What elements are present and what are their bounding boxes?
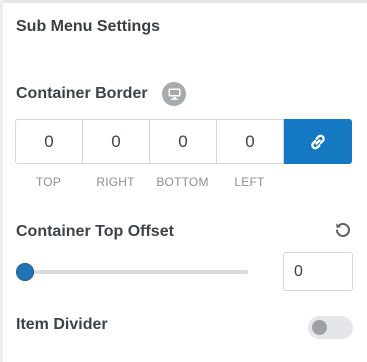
top-offset-slider-track[interactable] <box>23 270 248 274</box>
top-offset-slider-thumb[interactable] <box>16 263 34 281</box>
link-icon <box>311 134 325 149</box>
desktop-icon[interactable] <box>162 82 186 106</box>
submenu-settings-panel: Sub Menu Settings Container Border 0 0 0… <box>0 0 367 362</box>
panel-top-divider <box>0 0 367 3</box>
panel-left-divider <box>0 0 3 362</box>
item-divider-toggle[interactable] <box>308 316 353 339</box>
item-divider-label: Item Divider <box>16 316 108 333</box>
reset-icon-glyph <box>336 222 350 237</box>
border-top-input[interactable]: 0 <box>15 119 82 164</box>
container-top-offset-label: Container Top Offset <box>16 223 174 240</box>
border-top-label: TOP <box>35 175 62 189</box>
section-title: Sub Menu Settings <box>16 18 160 35</box>
container-border-label: Container Border <box>16 85 148 102</box>
border-left-input[interactable]: 0 <box>216 119 284 164</box>
border-right-input[interactable]: 0 <box>82 119 149 164</box>
border-side-labels: TOP RIGHT BOTTOM LEFT <box>15 175 283 189</box>
border-left-label: LEFT <box>234 175 265 189</box>
toggle-knob <box>312 320 327 335</box>
reset-icon[interactable] <box>333 220 353 240</box>
link-values-button[interactable] <box>284 119 352 164</box>
desktop-icon-glyph <box>168 88 180 100</box>
border-bottom-label: BOTTOM <box>156 175 209 189</box>
border-right-label: RIGHT <box>96 175 135 189</box>
border-bottom-input[interactable]: 0 <box>149 119 216 164</box>
top-offset-input[interactable]: 0 <box>283 252 353 291</box>
container-border-inputs: 0 0 0 0 <box>15 119 352 164</box>
